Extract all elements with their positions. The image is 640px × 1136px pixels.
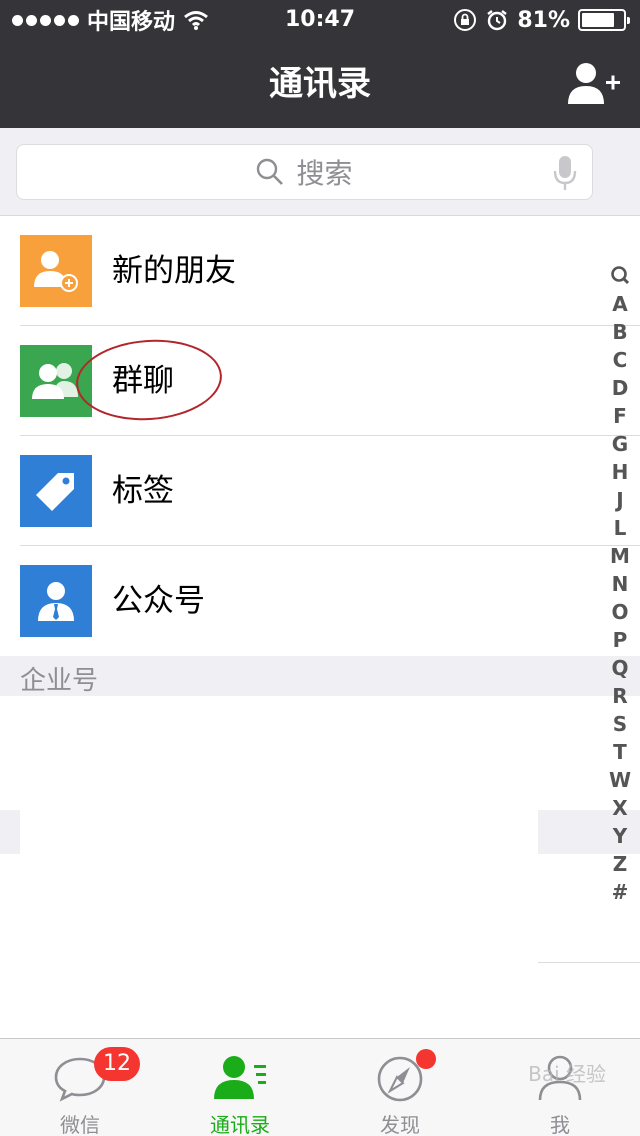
new-friend-icon [20, 235, 92, 307]
index-letter[interactable]: A [612, 290, 627, 318]
tab-label: 微信 [60, 1113, 100, 1136]
menu-item-official-accounts[interactable]: 公众号 [0, 546, 640, 656]
tab-label: 发现 [380, 1113, 420, 1136]
index-letter[interactable]: R [612, 682, 627, 710]
index-letter[interactable]: C [613, 346, 628, 374]
index-letter[interactable]: J [616, 486, 623, 514]
page-title: 通讯录 [269, 64, 371, 104]
index-letter[interactable]: W [609, 766, 631, 794]
menu-item-tags[interactable]: 标签 [0, 436, 640, 546]
microphone-icon[interactable] [552, 155, 578, 191]
menu-item-new-friends[interactable]: 新的朋友 [0, 216, 640, 326]
menu-item-label: 新的朋友 [112, 253, 236, 289]
alphabet-index[interactable]: A B C D F G H J L M N O P Q R S T W X Y Z # [606, 262, 634, 906]
index-letter[interactable]: Y [613, 822, 627, 850]
index-letter[interactable]: Q [611, 654, 628, 682]
unread-badge: 12 [94, 1047, 140, 1081]
search-placeholder: 搜索 [296, 157, 353, 190]
section-header-enterprise: 企业号 [0, 656, 640, 696]
rotation-lock-icon [454, 9, 477, 31]
index-letter[interactable]: # [612, 878, 629, 906]
index-letter[interactable]: P [613, 626, 628, 654]
index-letter[interactable]: B [612, 318, 627, 346]
official-account-icon [20, 565, 92, 637]
tab-contacts[interactable]: 通讯录 [160, 1039, 320, 1136]
tab-bar: 12 微信 通讯录 发现 我 [0, 1038, 640, 1136]
tab-me[interactable]: 我 [480, 1039, 640, 1136]
battery-percent: 81% [517, 7, 570, 33]
index-search-icon[interactable] [610, 262, 630, 290]
index-letter[interactable]: D [612, 374, 629, 402]
index-letter[interactable]: L [614, 514, 627, 542]
search-icon [257, 158, 284, 185]
index-letter[interactable]: N [612, 570, 629, 598]
redacted-area [20, 696, 538, 1046]
menu-item-label: 公众号 [112, 583, 205, 619]
new-content-dot [416, 1049, 436, 1069]
index-letter[interactable]: X [612, 794, 627, 822]
battery-icon [578, 9, 630, 31]
search-area: 搜索 [0, 128, 640, 216]
search-input[interactable]: 搜索 [16, 144, 593, 200]
index-letter[interactable]: G [612, 430, 628, 458]
divider [538, 962, 640, 963]
tab-label: 通讯录 [210, 1113, 270, 1136]
index-letter[interactable]: O [611, 598, 628, 626]
index-letter[interactable]: H [612, 458, 629, 486]
tab-discover[interactable]: 发现 [320, 1039, 480, 1136]
index-letter[interactable]: M [610, 542, 630, 570]
menu-item-label: 标签 [112, 473, 174, 509]
index-letter[interactable]: T [613, 738, 627, 766]
tag-icon [20, 455, 92, 527]
index-letter[interactable]: Z [613, 850, 628, 878]
index-letter[interactable]: F [613, 402, 627, 430]
index-letter[interactable]: S [613, 710, 627, 738]
contacts-icon [214, 1056, 266, 1099]
contacts-menu-list: 新的朋友 群聊 标签 公众号 [0, 216, 640, 656]
tab-label: 我 [550, 1113, 570, 1136]
watermark: Bai 经验 [528, 1062, 606, 1086]
status-bar: 中国移动 10:47 81% [0, 0, 640, 40]
add-contact-icon[interactable] [568, 62, 620, 106]
tab-chats[interactable]: 12 微信 [0, 1039, 160, 1136]
top-bar: 中国移动 10:47 81% 通讯录 [0, 0, 640, 128]
alarm-icon [487, 10, 508, 31]
